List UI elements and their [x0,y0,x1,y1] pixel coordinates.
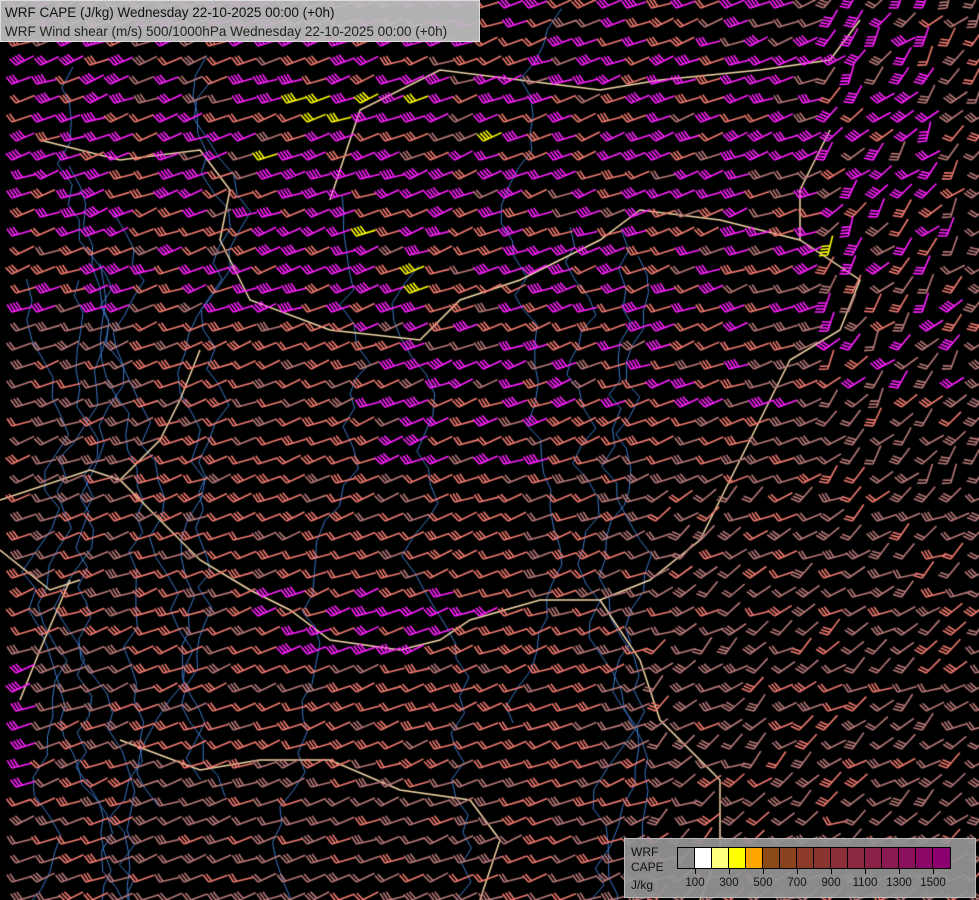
legend-swatch [729,848,746,868]
cape-title: WRF CAPE (J/kg) Wednesday 22-10-2025 00:… [5,5,335,20]
map-title-box: WRF CAPE (J/kg) Wednesday 22-10-2025 00:… [0,0,480,42]
legend-swatch [916,848,933,868]
legend-tick [695,869,696,874]
legend-swatch [797,848,814,868]
legend-unit: J/kg [631,878,654,892]
legend-swatch [933,848,950,868]
legend-swatch [882,848,899,868]
cape-legend: WRF CAPE J/kg 100 300 500 700 900 1100 1300 150… [624,838,976,898]
legend-swatch [712,848,729,868]
legend-tick [899,869,900,874]
legend-tick-label: 700 [787,877,807,889]
legend-tick-label: 300 [719,877,739,889]
legend-tick [933,869,934,874]
legend-swatch [848,848,865,868]
wind-shear-barb-layer [0,0,979,900]
legend-swatch [678,848,695,868]
legend-swatch [746,848,763,868]
legend-swatch [899,848,916,868]
wind-shear-title: WRF Wind shear (m/s) 500/1000hPa Wednesd… [5,24,448,39]
legend-tick [797,869,798,874]
legend-tick-label: 100 [685,877,705,889]
legend-tick [763,869,764,874]
legend-swatch [831,848,848,868]
weather-map[interactable]: WRF CAPE (J/kg) Wednesday 22-10-2025 00:… [0,0,979,900]
legend-swatch [780,848,797,868]
legend-label-cape: CAPE [631,860,664,874]
legend-swatch [695,848,712,868]
legend-tick-label: 500 [753,877,773,889]
legend-tick [865,869,866,874]
legend-tick-label: 1300 [886,877,912,889]
legend-tick [831,869,832,874]
legend-tick-label: 1100 [852,877,878,889]
legend-tick-label: 1500 [920,877,946,889]
legend-swatch [763,848,780,868]
legend-swatch [814,848,831,868]
legend-color-bar [677,847,951,869]
legend-tick [729,869,730,874]
legend-swatch [865,848,882,868]
legend-label-wrf: WRF [631,845,659,859]
legend-tick-label: 900 [821,877,841,889]
